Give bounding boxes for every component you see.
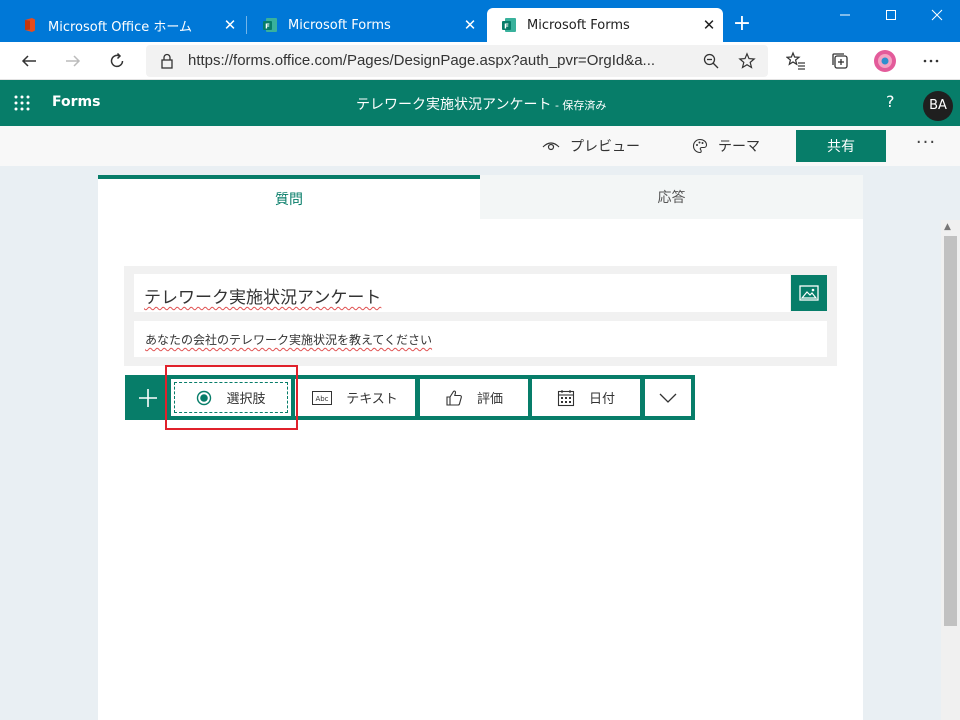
form-title-input[interactable]: テレワーク実施状況アンケート [134, 274, 790, 312]
collections-icon [832, 53, 848, 69]
svg-text:F: F [504, 23, 509, 31]
more-options-button[interactable]: ··· [912, 130, 940, 160]
browser-nav-bar: https://forms.office.com/Pages/DesignPag… [0, 42, 960, 80]
profile-avatar-icon [874, 50, 896, 72]
scrollbar-thumb[interactable] [944, 236, 957, 626]
calendar-icon [557, 389, 575, 406]
browser-menu-button[interactable] [916, 46, 946, 76]
forward-button[interactable] [58, 46, 88, 76]
tab-responses[interactable]: 応答 [480, 175, 863, 219]
browser-title-bar: Microsoft Office ホーム ✕ F Microsoft Forms… [0, 0, 960, 42]
close-window-button[interactable] [914, 0, 960, 30]
browser-tab-forms[interactable]: F Microsoft Forms ✕ [248, 8, 484, 42]
zoom-icon[interactable] [702, 52, 720, 70]
new-tab-button[interactable]: + [728, 12, 756, 38]
lock-icon [161, 53, 173, 69]
tab-questions[interactable]: 質問 [98, 175, 480, 219]
tab-separator [246, 16, 247, 34]
tab-title: Microsoft Office ホーム [48, 19, 192, 35]
app-name[interactable]: Forms [52, 94, 100, 110]
insert-image-button[interactable] [791, 275, 827, 311]
preview-button[interactable]: プレビュー [542, 126, 640, 166]
question-type-date[interactable]: 日付 [532, 379, 640, 416]
plus-icon [138, 388, 157, 407]
favorites-button[interactable] [781, 46, 811, 76]
annotation-highlight-box [165, 365, 298, 430]
scroll-up-arrow-icon[interactable]: ▲ [944, 222, 951, 232]
theme-label: テーマ [718, 139, 760, 155]
text-field-icon: Abc [312, 390, 333, 405]
preview-label: プレビュー [570, 139, 640, 155]
address-bar[interactable]: https://forms.office.com/Pages/DesignPag… [146, 45, 768, 77]
forms-app-bar: Forms テレワーク実施状況アンケート - 保存済み ? [0, 80, 960, 126]
date-label: 日付 [588, 392, 615, 407]
text-label: テキスト [346, 392, 398, 407]
help-button[interactable]: ? [886, 92, 895, 111]
question-type-text[interactable]: Abc テキスト [295, 379, 415, 416]
add-question-button[interactable] [125, 375, 170, 420]
document-title-text: テレワーク実施状況アンケート [356, 97, 552, 113]
maximize-button[interactable] [868, 0, 914, 30]
collections-button[interactable] [825, 46, 855, 76]
palette-icon [692, 138, 708, 154]
back-arrow-icon [21, 55, 36, 67]
more-horizontal-icon [923, 59, 939, 63]
office-icon [25, 18, 35, 32]
designer-tabs: 質問 応答 [98, 175, 863, 219]
browser-tab-forms-active[interactable]: F Microsoft Forms ✕ [487, 8, 723, 42]
form-description-input[interactable]: あなたの会社のテレワーク実施状況を教えてください [134, 321, 827, 357]
minimize-button[interactable] [822, 0, 868, 30]
profile-button[interactable] [870, 46, 900, 76]
svg-text:F: F [265, 23, 270, 31]
tab-close-button[interactable]: ✕ [695, 16, 723, 34]
share-button[interactable]: 共有 [796, 130, 886, 162]
back-button[interactable] [14, 46, 44, 76]
thumbs-up-icon [446, 390, 462, 406]
question-type-rating[interactable]: 評価 [420, 379, 528, 416]
user-avatar[interactable]: BA [923, 91, 953, 121]
browser-tab-office-home[interactable]: Microsoft Office ホーム ✕ [8, 8, 244, 42]
form-designer-card: 質問 応答 [98, 175, 863, 720]
refresh-icon [110, 52, 124, 68]
maximize-icon [886, 10, 896, 20]
refresh-button[interactable] [102, 46, 132, 76]
rating-label: 評価 [476, 392, 503, 407]
url-text: https://forms.office.com/Pages/DesignPag… [188, 52, 656, 69]
form-description-text: あなたの会社のテレワーク実施状況を教えてください [145, 333, 433, 347]
app-launcher-icon[interactable] [14, 95, 30, 111]
eye-icon [542, 142, 560, 151]
favorites-list-icon [786, 51, 805, 70]
tab-close-button[interactable]: ✕ [216, 16, 244, 34]
close-icon [931, 9, 943, 21]
favorite-star-icon[interactable] [738, 52, 756, 70]
image-icon [799, 285, 819, 301]
tab-title: Microsoft Forms [527, 17, 630, 33]
more-question-types-button[interactable] [645, 379, 691, 416]
forms-icon: F [263, 18, 277, 32]
form-title-text: テレワーク実施状況アンケート [144, 288, 382, 308]
forward-arrow-icon [66, 55, 81, 67]
tab-close-button[interactable]: ✕ [456, 16, 484, 34]
tab-title: Microsoft Forms [288, 17, 391, 33]
minimize-icon [840, 14, 850, 16]
forms-icon: F [502, 18, 516, 32]
document-title: テレワーク実施状況アンケート - 保存済み [356, 94, 606, 114]
svg-text:Abc: Abc [316, 395, 329, 403]
chevron-down-icon [659, 393, 677, 403]
theme-button[interactable]: テーマ [692, 126, 760, 166]
save-status: - 保存済み [551, 99, 607, 112]
